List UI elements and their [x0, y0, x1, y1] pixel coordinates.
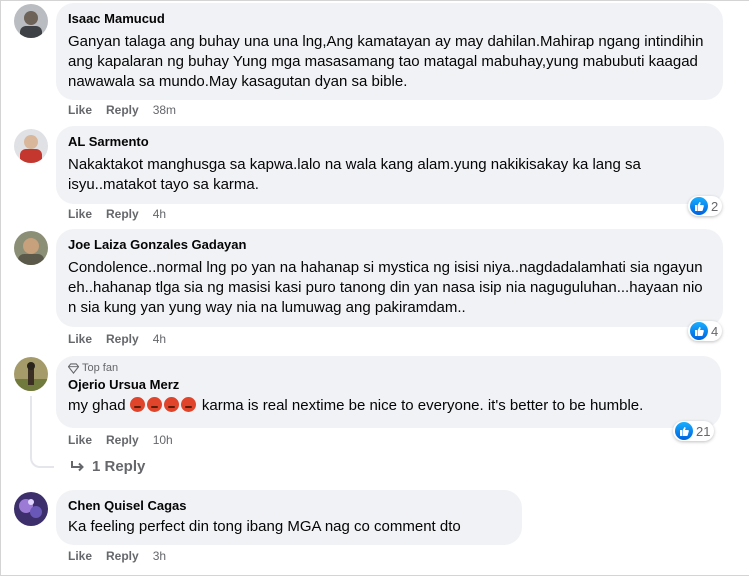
like-button[interactable]: Like — [68, 207, 92, 221]
thumbs-up-icon — [690, 322, 708, 340]
reply-button[interactable]: Reply — [106, 549, 139, 563]
reply-button[interactable]: Reply — [106, 332, 139, 346]
comment-bubble: AL Sarmento Nakaktakot manghusga sa kapw… — [56, 126, 724, 204]
reaction-count[interactable]: 4 — [688, 321, 723, 341]
thumbs-up-icon — [675, 422, 693, 440]
comment-time[interactable]: 10h — [153, 433, 173, 447]
comment-author[interactable]: Joe Laiza Gonzales Gadayan — [68, 237, 711, 252]
comment-text-end: karma is real nextime be nice to everyon… — [197, 397, 644, 414]
comment-time[interactable]: 38m — [153, 103, 176, 117]
like-button[interactable]: Like — [68, 549, 92, 563]
comment-author[interactable]: Chen Quisel Cagas — [68, 498, 510, 513]
reaction-count[interactable]: 2 — [688, 196, 723, 216]
avatar[interactable] — [14, 492, 48, 526]
comment-actions: Like Reply 4h — [68, 207, 180, 221]
avatar[interactable] — [14, 357, 48, 391]
comment-text: my ghad karma is real nextime be nice to… — [68, 396, 709, 416]
comment-text: Ka feeling perfect din tong ibang MGA na… — [68, 518, 461, 535]
comment-bubble: Top fan Ojerio Ursua Merz my ghad karma … — [56, 356, 721, 428]
thumbs-up-icon — [690, 197, 708, 215]
reaction-count-value: 4 — [711, 323, 719, 339]
reaction-count-value: 21 — [696, 423, 711, 439]
reaction-count-value: 2 — [711, 198, 719, 214]
comment-time[interactable]: 4h — [153, 332, 166, 346]
like-button[interactable]: Like — [68, 103, 92, 117]
thread-line — [30, 456, 54, 468]
comment-bubble: Joe Laiza Gonzales Gadayan Condolence..n… — [56, 229, 723, 327]
comment-time[interactable]: 4h — [153, 207, 166, 221]
thread-line — [30, 396, 32, 458]
avatar[interactable] — [14, 4, 48, 38]
comment-bubble: Isaac Mamucud Ganyan talaga ang buhay un… — [56, 3, 723, 100]
angry-face-icon — [163, 397, 179, 412]
comment-author[interactable]: Isaac Mamucud — [68, 11, 711, 26]
angry-face-icon — [180, 397, 196, 412]
reaction-count[interactable]: 21 — [673, 421, 715, 441]
comment-text: Condolence..normal lng po yan na hahanap… — [68, 259, 707, 316]
view-replies-label: 1 Reply — [92, 458, 146, 475]
comment-text: Ganyan talaga ang buhay una una lng,Ang … — [68, 33, 708, 90]
reply-button[interactable]: Reply — [106, 433, 139, 447]
view-replies-link[interactable]: 1 Reply — [70, 458, 145, 475]
diamond-icon — [68, 362, 79, 374]
comment-actions: Like Reply 3h — [68, 549, 180, 563]
comment-actions: Like Reply 10h — [68, 433, 187, 447]
comment-author[interactable]: AL Sarmento — [68, 134, 712, 149]
top-fan-label: Top fan — [82, 362, 119, 374]
comment-author[interactable]: Ojerio Ursua Merz — [68, 377, 709, 392]
comment-text: Nakaktakot manghusga sa kapwa.lalo na wa… — [68, 156, 646, 193]
angry-face-icon — [146, 397, 162, 412]
avatar[interactable] — [14, 231, 48, 265]
top-fan-badge[interactable]: Top fan — [68, 362, 709, 374]
comment-time[interactable]: 3h — [153, 549, 166, 563]
like-button[interactable]: Like — [68, 332, 92, 346]
reply-button[interactable]: Reply — [106, 207, 139, 221]
angry-face-icon — [129, 397, 145, 412]
reply-arrow-icon — [71, 460, 84, 471]
like-button[interactable]: Like — [68, 433, 92, 447]
comment-actions: Like Reply 38m — [68, 103, 190, 117]
comment-text-start: my ghad — [68, 397, 126, 414]
avatar[interactable] — [14, 129, 48, 163]
comment-bubble: Chen Quisel Cagas Ka feeling perfect din… — [56, 490, 522, 545]
comment-actions: Like Reply 4h — [68, 332, 180, 346]
reply-button[interactable]: Reply — [106, 103, 139, 117]
